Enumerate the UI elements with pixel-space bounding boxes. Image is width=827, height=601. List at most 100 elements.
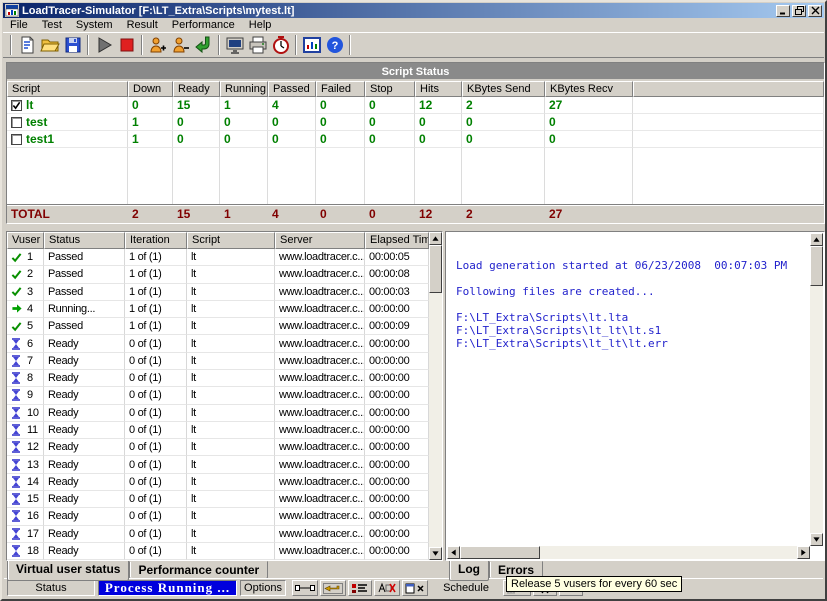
vuser-row[interactable]: 10Ready0 of (1)ltwww.loadtracer.c...00:0…	[7, 405, 429, 422]
vuser-row[interactable]: 13Ready0 of (1)ltwww.loadtracer.c...00:0…	[7, 456, 429, 473]
vuser-row[interactable]: 3Passed1 of (1)ltwww.loadtracer.c...00:0…	[7, 284, 429, 301]
vuser-row[interactable]: 8Ready0 of (1)ltwww.loadtracer.c...00:00…	[7, 370, 429, 387]
vuser-row[interactable]: 14Ready0 of (1)ltwww.loadtracer.c...00:0…	[7, 474, 429, 491]
vuser-scrollbar[interactable]	[429, 232, 442, 560]
save-icon[interactable]	[61, 34, 84, 56]
printer-icon[interactable]	[246, 34, 269, 56]
log-vertical-scrollbar[interactable]	[810, 233, 823, 546]
add-vuser-icon[interactable]	[146, 34, 169, 56]
vuser-row[interactable]: 4Running...1 of (1)ltwww.loadtracer.c...…	[7, 301, 429, 318]
vuser-row[interactable]: 1Passed1 of (1)ltwww.loadtracer.c...00:0…	[7, 249, 429, 266]
scroll-up-icon[interactable]	[810, 233, 823, 246]
column-header-failed[interactable]: Failed	[316, 81, 365, 97]
log-horizontal-scrollbar[interactable]	[447, 546, 810, 559]
column-header-running[interactable]: Running	[220, 81, 268, 97]
scroll-down-icon[interactable]	[810, 533, 823, 546]
column-header-vuser[interactable]: Vuser	[7, 232, 44, 249]
refresh-icon[interactable]	[192, 34, 215, 56]
vuser-iteration-cell: 0 of (1)	[125, 491, 187, 508]
vuser-status-cell: Ready	[44, 456, 125, 473]
vuser-row[interactable]: 18Ready0 of (1)ltwww.loadtracer.c...00:0…	[7, 543, 429, 560]
check-icon	[11, 269, 24, 280]
vuser-id: 5	[27, 320, 33, 332]
column-header-status[interactable]: Status	[44, 232, 125, 249]
tab-log[interactable]: Log	[449, 561, 489, 581]
menu-performance[interactable]: Performance	[165, 19, 242, 31]
script-checkbox-unchecked[interactable]	[11, 134, 22, 145]
options-button[interactable]: Options	[240, 580, 286, 596]
script-checkbox-unchecked[interactable]	[11, 117, 22, 128]
menu-system[interactable]: System	[69, 19, 120, 31]
close-window-icon[interactable]	[402, 580, 428, 596]
tab-virtual-user-status[interactable]: Virtual user status	[7, 561, 129, 581]
stop-icon[interactable]	[115, 34, 138, 56]
vuser-row[interactable]: 17Ready0 of (1)ltwww.loadtracer.c...00:0…	[7, 526, 429, 543]
run-icon[interactable]	[92, 34, 115, 56]
column-header-script[interactable]: Script	[187, 232, 275, 249]
title-bar[interactable]: LoadTracer-Simulator [F:\LT_Extra\Script…	[3, 3, 824, 18]
column-header-server[interactable]: Server	[275, 232, 365, 249]
scroll-down-icon[interactable]	[429, 547, 442, 560]
close-button[interactable]	[808, 5, 822, 17]
vuser-row[interactable]: 6Ready0 of (1)ltwww.loadtracer.c...00:00…	[7, 335, 429, 352]
vuser-iteration-cell: 0 of (1)	[125, 353, 187, 370]
vuser-status-cell: Ready	[44, 353, 125, 370]
vuser-iteration-cell: 0 of (1)	[125, 439, 187, 456]
column-header-elapsed-time[interactable]: Elapsed Time	[365, 232, 429, 249]
column-header-kbytes-recv[interactable]: KBytes Recv	[545, 81, 633, 97]
open-icon[interactable]	[38, 34, 61, 56]
column-header-passed[interactable]: Passed	[268, 81, 316, 97]
menu-file[interactable]: File	[3, 19, 35, 31]
column-header-hits[interactable]: Hits	[415, 81, 462, 97]
scrollbar-thumb[interactable]	[460, 546, 540, 559]
menu-result[interactable]: Result	[120, 19, 165, 31]
vuser-row[interactable]: 15Ready0 of (1)ltwww.loadtracer.c...00:0…	[7, 491, 429, 508]
column-header-down[interactable]: Down	[128, 81, 173, 97]
connection-icon[interactable]	[292, 580, 318, 596]
vuser-row[interactable]: 12Ready0 of (1)ltwww.loadtracer.c...00:0…	[7, 439, 429, 456]
rollback-icon[interactable]	[320, 580, 346, 596]
total-value: 1	[220, 205, 268, 223]
scrollbar-thumb[interactable]	[429, 245, 442, 293]
script-status-row[interactable]: test100000000	[7, 114, 824, 131]
log-list-icon[interactable]	[348, 580, 372, 596]
scroll-right-icon[interactable]	[797, 546, 810, 559]
scroll-left-icon[interactable]	[447, 546, 460, 559]
scrollbar-thumb[interactable]	[810, 246, 823, 286]
scroll-up-icon[interactable]	[429, 232, 442, 245]
column-header-ready[interactable]: Ready	[173, 81, 220, 97]
script-stat-cell: 1	[128, 114, 173, 131]
vuser-script-cell: lt	[187, 422, 275, 439]
vuser-row[interactable]: 9Ready0 of (1)ltwww.loadtracer.c...00:00…	[7, 387, 429, 404]
menu-test[interactable]: Test	[35, 19, 69, 31]
monitor-icon[interactable]	[223, 34, 246, 56]
timer-icon[interactable]	[269, 34, 292, 56]
vuser-row[interactable]: 16Ready0 of (1)ltwww.loadtracer.c...00:0…	[7, 508, 429, 525]
vuser-server-cell: www.loadtracer.c...	[275, 370, 365, 387]
report-chart-icon[interactable]	[300, 34, 323, 56]
vuser-row[interactable]: 7Ready0 of (1)ltwww.loadtracer.c...00:00…	[7, 353, 429, 370]
script-status-row[interactable]: lt015140012227	[7, 97, 824, 114]
vuser-id-cell: 6	[7, 335, 44, 352]
remove-vuser-icon[interactable]	[169, 34, 192, 56]
column-header-stop[interactable]: Stop	[365, 81, 415, 97]
column-header-script[interactable]: Script	[7, 81, 128, 97]
menu-help[interactable]: Help	[242, 19, 279, 31]
vuser-id: 11	[27, 424, 38, 436]
new-script-icon[interactable]	[15, 34, 38, 56]
tab-performance-counter[interactable]: Performance counter	[129, 561, 268, 579]
column-header-iteration[interactable]: Iteration	[125, 232, 187, 249]
script-checkbox-checked[interactable]	[11, 100, 22, 111]
vuser-row[interactable]: 11Ready0 of (1)ltwww.loadtracer.c...00:0…	[7, 422, 429, 439]
log-output[interactable]: Load generation started at 06/23/2008 00…	[448, 234, 809, 545]
vuser-status-cell: Ready	[44, 491, 125, 508]
script-status-row[interactable]: test1100000000	[7, 131, 824, 148]
minimize-button[interactable]	[776, 5, 790, 17]
vuser-row[interactable]: 2Passed1 of (1)ltwww.loadtracer.c...00:0…	[7, 266, 429, 283]
column-header-kbytes-send[interactable]: KBytes Send	[462, 81, 545, 97]
error-check-icon[interactable]	[374, 580, 400, 596]
script-stat-cell: 0	[173, 114, 220, 131]
vuser-row[interactable]: 5Passed1 of (1)ltwww.loadtracer.c...00:0…	[7, 318, 429, 335]
restore-button[interactable]	[792, 5, 806, 17]
help-icon[interactable]: ?	[323, 34, 346, 56]
